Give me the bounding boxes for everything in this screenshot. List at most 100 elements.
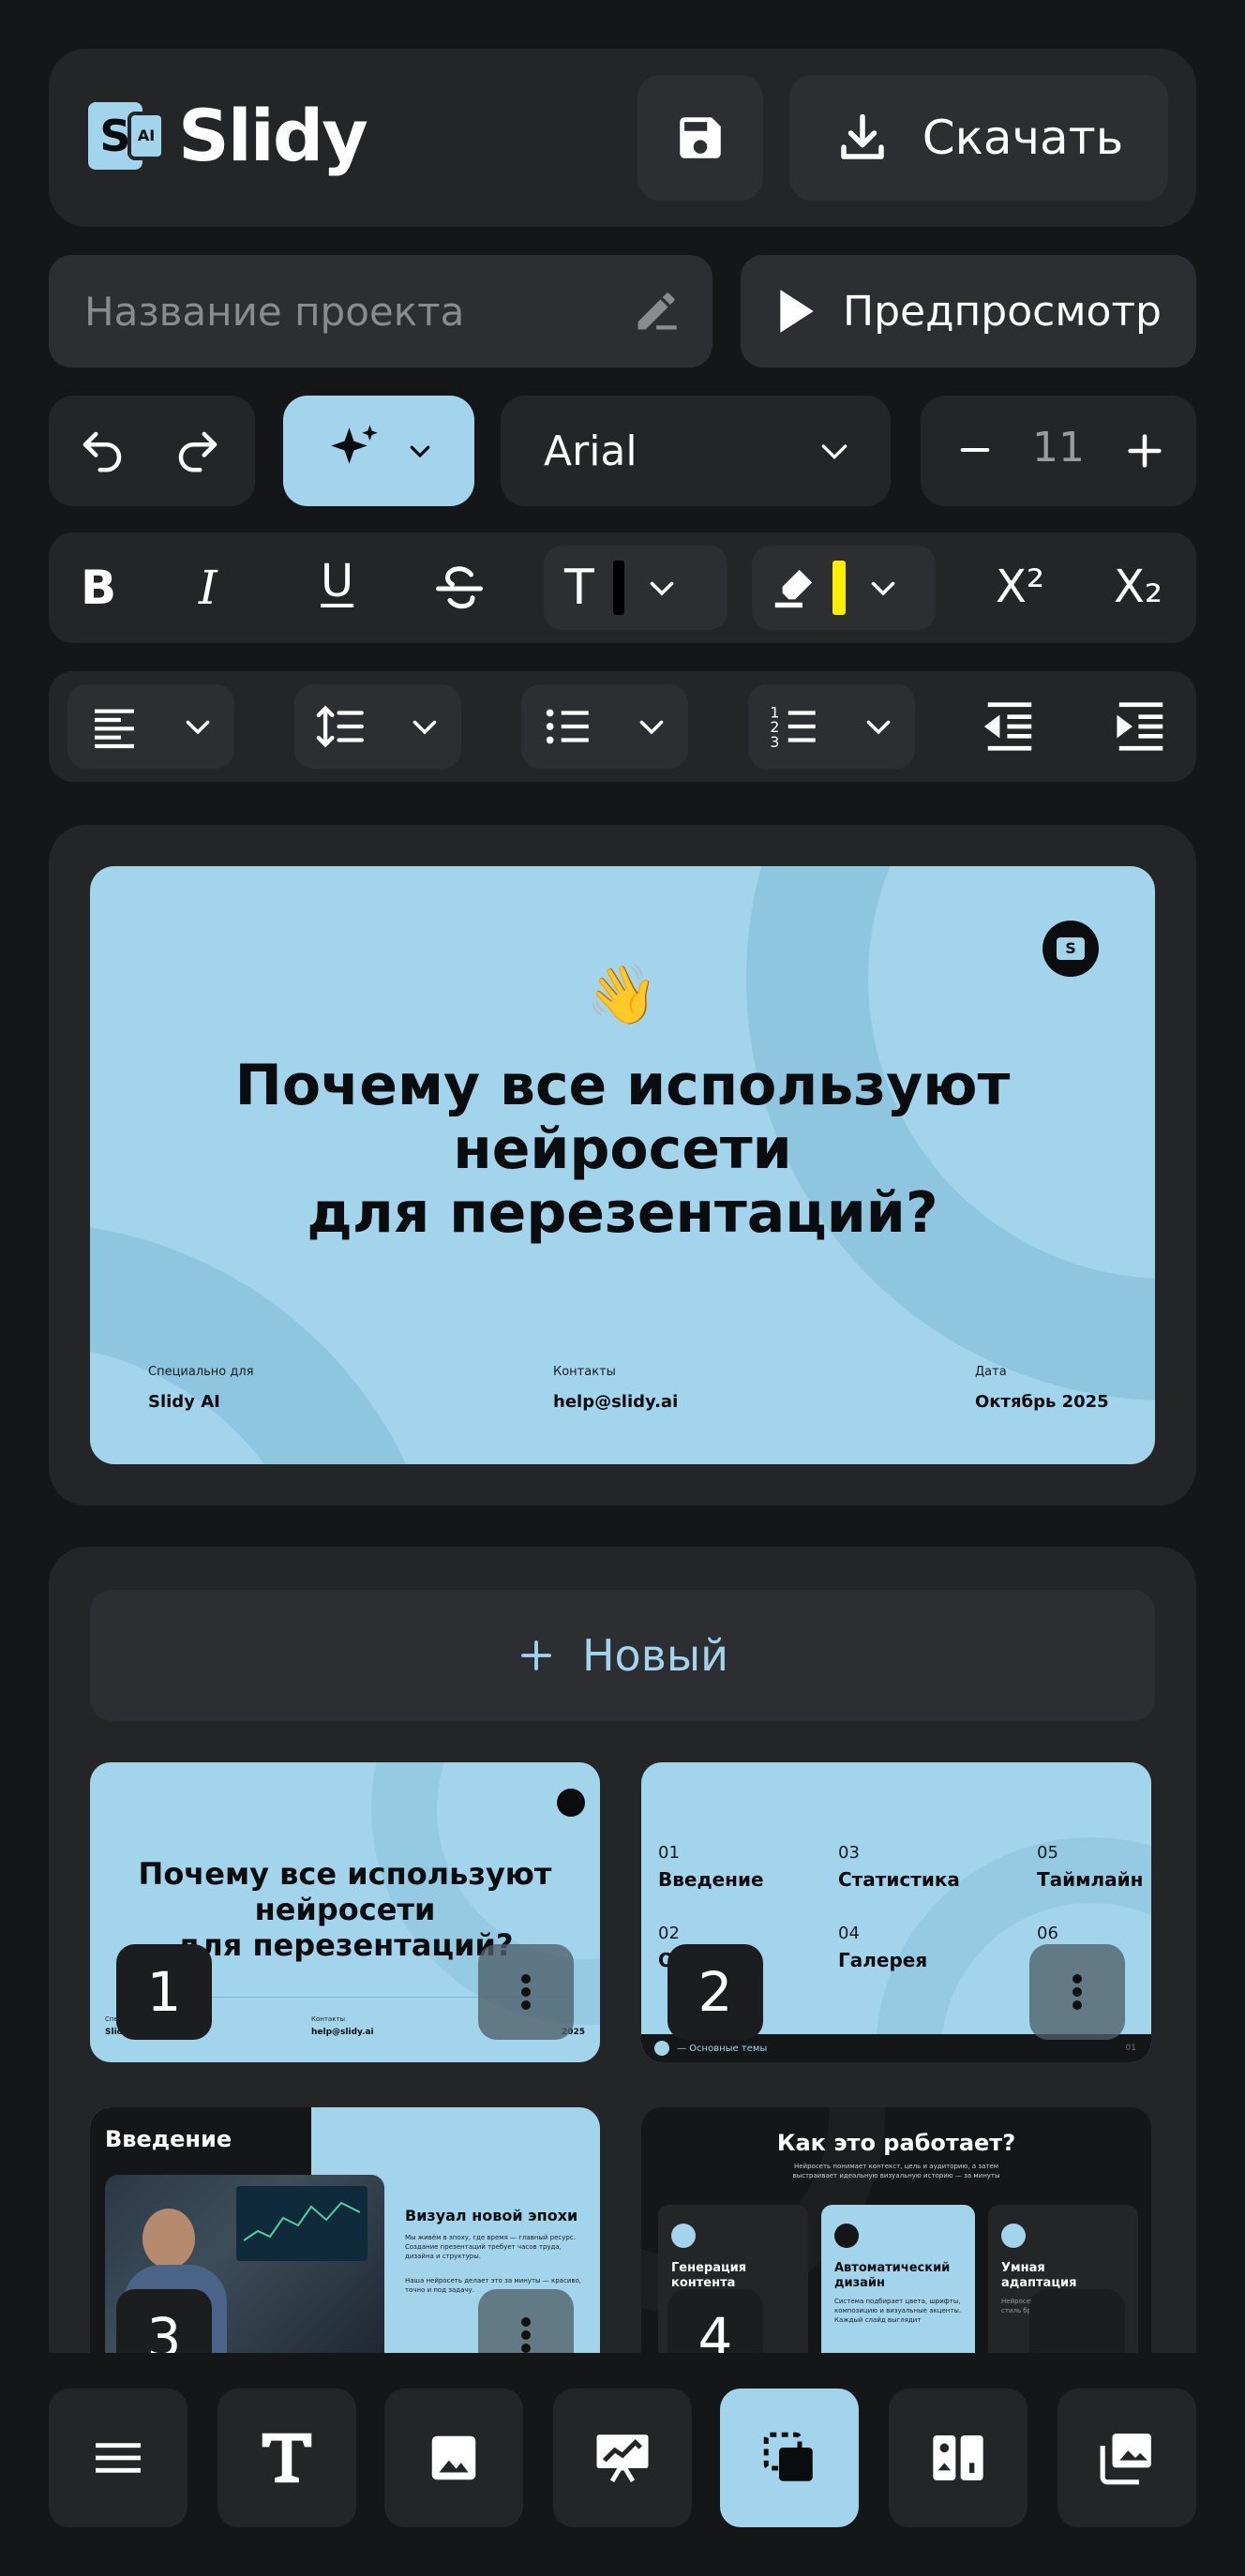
image-icon (425, 2429, 483, 2487)
app-name: Slidy (178, 94, 368, 177)
plus-icon[interactable] (1123, 429, 1166, 472)
redo-icon[interactable] (172, 426, 223, 476)
thumb-meta-mid-value: help@slidy.ai (311, 2028, 374, 2037)
thumb-heading: Введение (105, 2126, 232, 2152)
slide-more-button[interactable] (478, 1944, 574, 2040)
highlight-color-swatch (832, 561, 846, 615)
line-spacing-icon (314, 699, 368, 754)
chevron-down-icon (408, 710, 442, 743)
menu-icon (88, 2428, 148, 2488)
numbered-list-select[interactable]: 123 (748, 684, 915, 769)
preview-button[interactable]: Предпросмотр (741, 255, 1196, 367)
more-vertical-icon (521, 1970, 531, 2014)
toc-item: 06 (1037, 1924, 1058, 1943)
slide-meta-date: Дата Октябрь 2025 (975, 1365, 1109, 1412)
save-button[interactable] (638, 75, 763, 201)
more-vertical-icon (1072, 1970, 1082, 2014)
chevron-down-icon (635, 710, 668, 743)
thumb-logo-icon (557, 1789, 585, 1817)
nav-text[interactable] (218, 2389, 356, 2527)
undo-icon[interactable] (77, 426, 128, 476)
download-icon (834, 110, 891, 166)
feature-icon (834, 2224, 859, 2248)
feature-title: Автоматический дизайн (834, 2261, 951, 2290)
nav-menu[interactable] (49, 2389, 188, 2527)
nav-image[interactable] (384, 2389, 523, 2527)
slide-meta-recipient: Специально для Slidy AI (148, 1365, 254, 1412)
toc-item: 03 Статистика (838, 1843, 960, 1891)
line-spacing-select[interactable] (294, 684, 461, 769)
layout-icon (928, 2428, 988, 2488)
slide-title[interactable]: Почему все используют нейросети для пере… (90, 1054, 1155, 1245)
outdent-icon[interactable] (981, 697, 1039, 756)
footer-page: 01 (1125, 2044, 1136, 2053)
project-name-placeholder: Название проекта (84, 288, 465, 335)
slide-thumbnail-3[interactable]: Введение Визуал новой эпохи Мы живём в э… (90, 2107, 600, 2353)
new-slide-button[interactable]: Новый (90, 1590, 1155, 1721)
new-slide-label: Новый (581, 1630, 729, 1681)
slide-thumbnail-1[interactable]: Почему все используют нейросети для пере… (90, 1762, 600, 2062)
feature-icon (671, 2224, 696, 2248)
meta-label: Дата (975, 1365, 1007, 1379)
highlight-color-button[interactable] (752, 546, 936, 630)
more-vertical-icon (521, 2314, 531, 2353)
slide-more-button[interactable] (1029, 2289, 1125, 2353)
align-select[interactable] (68, 684, 234, 769)
download-button[interactable]: Скачать (789, 75, 1168, 201)
slide-number-badge: 4 (668, 2289, 763, 2353)
feature-icon (1001, 2224, 1026, 2248)
nav-gallery[interactable] (1058, 2389, 1196, 2527)
thumb-subheading: Визуал новой эпохи (405, 2207, 578, 2224)
footer-label: — Основные темы (677, 2043, 768, 2054)
undo-redo-group (49, 396, 255, 506)
slide-thumbnail-4[interactable]: Как это работает? Нейросеть понимает кон… (641, 2107, 1151, 2353)
meta-label: Контакты (553, 1365, 616, 1379)
chevron-down-icon (181, 710, 215, 743)
text-color-icon: T (564, 560, 594, 616)
save-icon (673, 111, 728, 165)
toc-item: 04 Галерея (838, 1924, 928, 1971)
nav-layout[interactable] (889, 2389, 1028, 2527)
indent-icon[interactable] (1112, 697, 1170, 756)
rename-pen-icon[interactable] (632, 287, 681, 336)
svg-text:3: 3 (770, 733, 779, 751)
slide-more-button[interactable] (1029, 1944, 1125, 2040)
slide-thumbnail-2[interactable]: 01 Введение 03 Статистика 05 Таймлайн 02 О 0… (641, 1762, 1151, 2062)
bullet-list-select[interactable] (521, 684, 688, 769)
underline-icon[interactable]: U (321, 555, 353, 607)
chevron-down-icon (645, 571, 679, 605)
slide-more-button[interactable] (478, 2289, 574, 2353)
font-family-value: Arial (544, 427, 638, 475)
subscript-icon[interactable]: X₂ (1114, 561, 1162, 613)
text-icon (254, 2425, 320, 2491)
slide-canvas[interactable]: S 👋 Почему все используют нейросети для … (90, 866, 1155, 1464)
thumb-meta-mid: Контакты (311, 2015, 346, 2023)
project-name-field[interactable]: Название проекта (49, 255, 712, 367)
slide-number-badge: 2 (668, 1944, 763, 2040)
layers-icon (758, 2427, 820, 2489)
preview-label: Предпросмотр (843, 287, 1162, 336)
sparkles-icon (323, 420, 385, 482)
feature-text: Система подбирает цвета, шрифты, компози… (834, 2298, 962, 2324)
feature-card: Автоматический дизайн Система подбирает … (821, 2205, 975, 2353)
font-family-select[interactable]: Arial (501, 396, 891, 506)
slide-emoji: 👋 (586, 960, 659, 1028)
toc-item: 05 Таймлайн (1037, 1843, 1144, 1891)
ai-assist-button[interactable] (283, 396, 474, 506)
italic-icon[interactable]: I (199, 561, 218, 615)
chart-icon (592, 2427, 653, 2489)
slide-meta-contacts: Контакты help@slidy.ai (553, 1365, 678, 1412)
app-logo: S AI Slidy (88, 94, 368, 177)
toc-item: 01 Введение (658, 1843, 764, 1891)
meta-value: Slidy AI (148, 1392, 220, 1412)
highlighter-icon (769, 562, 819, 613)
superscript-icon[interactable]: X² (996, 561, 1044, 613)
thumb-heading: Как это работает? (776, 2130, 1016, 2156)
footer-logo-icon (654, 2041, 669, 2056)
text-color-button[interactable]: T (544, 546, 728, 630)
meta-label: Специально для (148, 1365, 254, 1379)
bold-icon[interactable]: B (81, 561, 116, 615)
nav-chart[interactable] (553, 2389, 692, 2527)
strikethrough-icon[interactable] (431, 561, 488, 617)
nav-layers[interactable] (720, 2389, 859, 2527)
